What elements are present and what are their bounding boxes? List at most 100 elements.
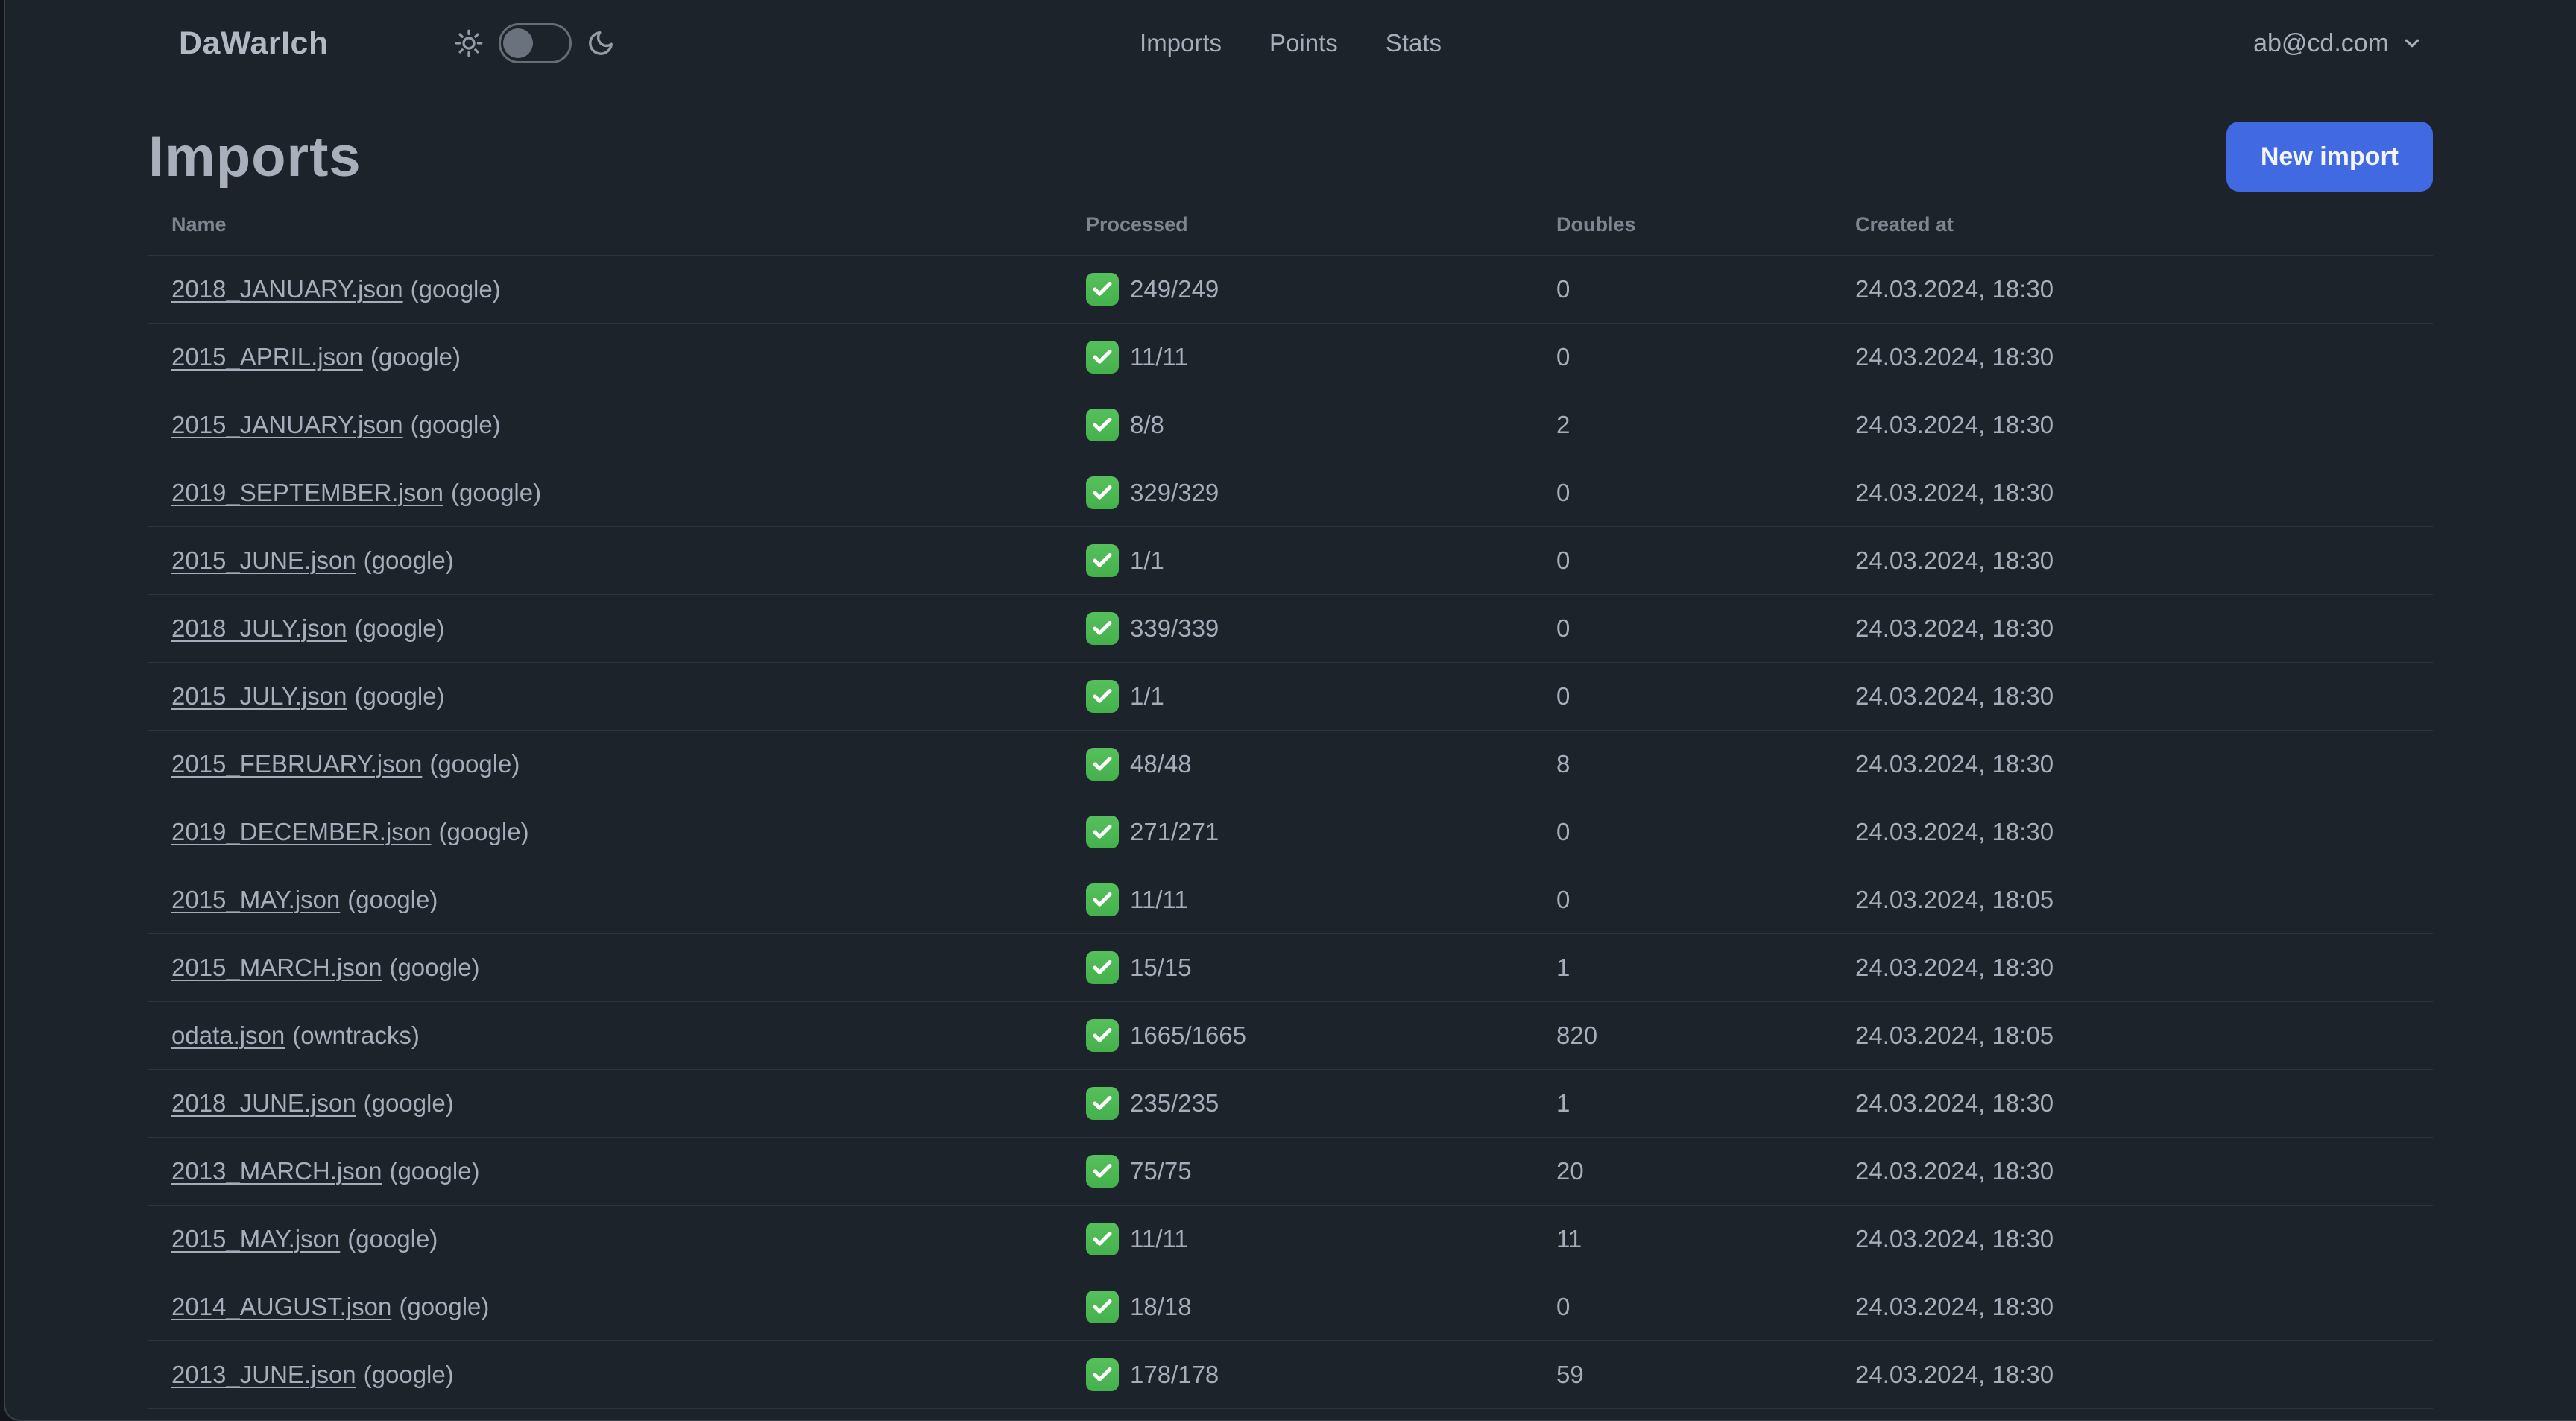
import-source: (google) — [363, 546, 454, 574]
table-row: 2015_JULY.json (google) 1/1 0 24.03.2024,… — [148, 663, 2433, 731]
import-source: (google) — [354, 614, 445, 642]
processed-count: 1/1 — [1130, 546, 1164, 574]
created-at: 24.03.2024, 18:30 — [1855, 411, 2054, 438]
import-file-link[interactable]: 2013_MARCH.json — [171, 1157, 382, 1185]
success-check-icon — [1086, 544, 1119, 577]
import-file-link[interactable]: 2014_AUGUST.json — [171, 1293, 391, 1320]
table-row: odata.json (owntracks) 1665/1665 820 24.0… — [148, 1002, 2433, 1070]
table-header-row: Name Processed Doubles Created at — [148, 194, 2433, 256]
created-at: 24.03.2024, 18:30 — [1855, 818, 2054, 845]
import-source: (google) — [347, 1225, 438, 1253]
import-source: (google) — [347, 886, 438, 913]
sun-icon — [454, 28, 484, 58]
column-header-doubles: Doubles — [1556, 212, 1636, 236]
theme-switch-knob — [502, 28, 533, 58]
doubles-count: 0 — [1556, 275, 1570, 303]
created-at: 24.03.2024, 18:30 — [1855, 1293, 2054, 1320]
import-source: (google) — [399, 1293, 490, 1320]
user-email: ab@cd.com — [2253, 28, 2389, 57]
success-check-icon — [1086, 612, 1119, 645]
doubles-count: 0 — [1556, 614, 1570, 642]
import-source: (google) — [354, 682, 445, 710]
doubles-count: 0 — [1556, 546, 1570, 574]
table-body: 2018_JANUARY.json (google) 249/249 0 24.0… — [148, 256, 2433, 1420]
import-source: (google) — [389, 954, 480, 981]
theme-toggle — [454, 23, 615, 63]
doubles-count: 0 — [1556, 818, 1570, 845]
table-row: 2015_MAY.json (google) 11/11 0 24.03.2024… — [148, 866, 2433, 934]
created-at: 24.03.2024, 18:30 — [1855, 1225, 2054, 1253]
success-check-icon — [1086, 476, 1119, 509]
created-at: 24.03.2024, 18:30 — [1855, 479, 2054, 506]
import-file-link[interactable]: odata.json — [171, 1021, 285, 1049]
import-file-link[interactable]: 2013_JUNE.json — [171, 1361, 356, 1388]
navbar: DaWarIch Imports Points Stats ab@cd.com — [5, 0, 2576, 86]
created-at: 24.03.2024, 18:30 — [1855, 1157, 2054, 1185]
processed-count: 11/11 — [1130, 886, 1188, 913]
created-at: 24.03.2024, 18:05 — [1855, 1021, 2054, 1049]
import-file-link[interactable]: 2015_MAY.json — [171, 1225, 340, 1253]
nav-links: Imports Points Stats — [1140, 29, 1442, 57]
processed-count: 339/339 — [1130, 614, 1219, 642]
import-source: (google) — [363, 1361, 454, 1388]
import-file-link[interactable]: 2015_MAY.json — [171, 886, 340, 913]
import-source: (google) — [410, 411, 501, 438]
success-check-icon — [1086, 748, 1119, 781]
doubles-count: 59 — [1556, 1361, 1584, 1388]
import-file-link[interactable]: 2018_JANUARY.json — [171, 275, 403, 303]
doubles-count: 2 — [1556, 411, 1570, 438]
success-check-icon — [1086, 1087, 1119, 1120]
import-source: (google) — [429, 750, 520, 778]
new-import-button[interactable]: New import — [2226, 122, 2433, 192]
doubles-count: 0 — [1556, 1293, 1570, 1320]
table-row: 2013_MARCH.json (google) 75/75 20 24.03.2… — [148, 1138, 2433, 1206]
created-at: 24.03.2024, 18:30 — [1855, 682, 2054, 710]
import-file-link[interactable]: 2018_JULY.json — [171, 614, 347, 642]
table-row: 2015_JANUARY.json (google) 8/8 2 24.03.20… — [148, 391, 2433, 459]
user-menu[interactable]: ab@cd.com — [2253, 29, 2423, 58]
import-file-link[interactable]: 2015_FEBRUARY.json — [171, 750, 422, 778]
import-file-link[interactable]: 2019_SEPTEMBER.json — [171, 479, 443, 506]
success-check-icon — [1086, 1291, 1119, 1323]
doubles-count: 8 — [1556, 750, 1570, 778]
processed-count: 178/178 — [1130, 1361, 1219, 1388]
success-check-icon — [1086, 273, 1119, 306]
table-row: 2018_JANUARY.json (google) 249/249 0 24.0… — [148, 256, 2433, 324]
import-file-link[interactable]: 2019_DECEMBER.json — [171, 818, 432, 845]
import-file-link[interactable]: 2018_JUNE.json — [171, 1089, 356, 1117]
import-file-link[interactable]: 2015_APRIL.json — [171, 343, 363, 371]
import-source: (google) — [389, 1157, 480, 1185]
import-file-link[interactable]: 2015_JULY.json — [171, 682, 347, 710]
import-file-link[interactable]: 2015_JUNE.json — [171, 546, 356, 574]
column-header-created-at: Created at — [1855, 212, 1954, 236]
processed-count: 1/1 — [1130, 682, 1164, 710]
success-check-icon — [1086, 1223, 1119, 1255]
created-at: 24.03.2024, 18:30 — [1855, 275, 2054, 303]
doubles-count: 1 — [1556, 1089, 1570, 1117]
created-at: 24.03.2024, 18:30 — [1855, 343, 2054, 371]
import-source: (google) — [363, 1089, 454, 1117]
import-source: (google) — [451, 479, 542, 506]
import-source: (google) — [370, 343, 461, 371]
created-at: 24.03.2024, 18:30 — [1855, 1089, 2054, 1117]
success-check-icon — [1086, 409, 1119, 441]
processed-count: 235/235 — [1130, 1089, 1219, 1117]
nav-link-imports[interactable]: Imports — [1140, 29, 1222, 57]
success-check-icon — [1086, 951, 1119, 984]
nav-link-stats[interactable]: Stats — [1386, 29, 1442, 57]
page-header: Imports New import — [148, 119, 2433, 194]
theme-switch[interactable] — [498, 23, 572, 63]
nav-link-points[interactable]: Points — [1269, 29, 1338, 57]
import-file-link[interactable]: 2015_JANUARY.json — [171, 411, 403, 438]
column-header-processed: Processed — [1086, 212, 1188, 236]
processed-count: 271/271 — [1130, 818, 1219, 845]
table-row: 2018_JUNE.json (google) 235/235 1 24.03.2… — [148, 1070, 2433, 1138]
table-row: 2019_SEPTEMBER.json (google) 329/329 0 24… — [148, 459, 2433, 527]
import-file-link[interactable]: 2015_MARCH.json — [171, 954, 382, 981]
created-at: 24.03.2024, 18:30 — [1855, 546, 2054, 574]
processed-count: 11/11 — [1130, 1225, 1188, 1253]
processed-count: 329/329 — [1130, 479, 1219, 506]
import-source: (google) — [410, 275, 501, 303]
table-row: 2015_JUNE.json (google) 1/1 0 24.03.2024,… — [148, 527, 2433, 595]
page-title: Imports — [148, 125, 362, 189]
